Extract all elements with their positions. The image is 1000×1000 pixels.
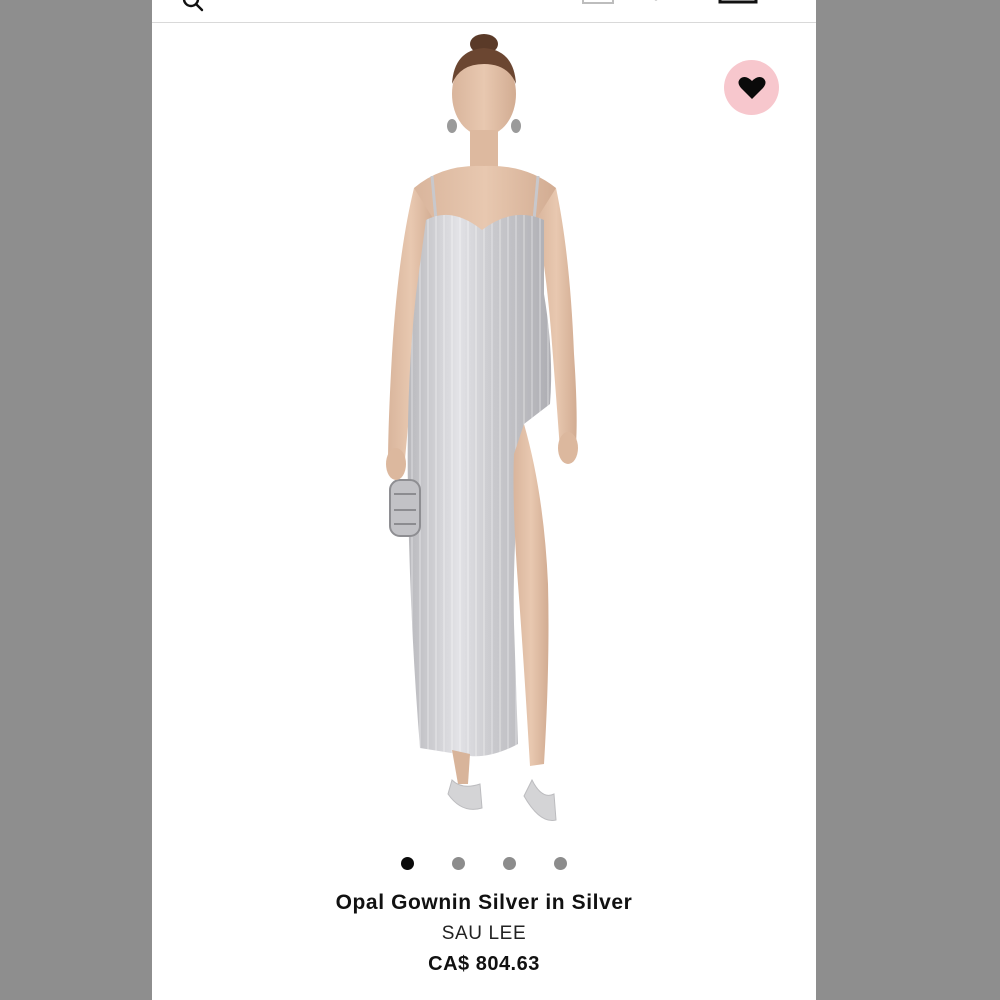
account-icon[interactable] xyxy=(582,0,614,4)
top-nav-bar xyxy=(152,0,816,23)
product-page: Opal Gownin Silver in Silver SAU LEE CA$… xyxy=(152,0,816,1000)
image-carousel-dots xyxy=(152,856,816,872)
brand-name[interactable]: SAU LEE xyxy=(152,918,816,950)
product-info: Opal Gownin Silver in Silver SAU LEE CA$… xyxy=(152,888,816,980)
product-name: Opal Gownin Silver in Silver xyxy=(335,891,633,914)
carousel-dot-4[interactable] xyxy=(554,857,567,870)
product-price: CA$ 804.63 xyxy=(428,953,540,975)
wishlist-button[interactable] xyxy=(724,60,779,115)
carousel-dot-2[interactable] xyxy=(452,857,465,870)
screenshot-backdrop: Opal Gownin Silver in Silver SAU LEE CA$… xyxy=(0,0,1000,1000)
heart-icon xyxy=(738,76,765,99)
bag-icon[interactable] xyxy=(718,0,758,4)
carousel-dot-1[interactable] xyxy=(401,857,414,870)
product-photo[interactable] xyxy=(152,24,816,844)
search-icon[interactable] xyxy=(182,0,204,12)
help-icon[interactable] xyxy=(646,0,666,6)
carousel-dot-3[interactable] xyxy=(503,857,516,870)
